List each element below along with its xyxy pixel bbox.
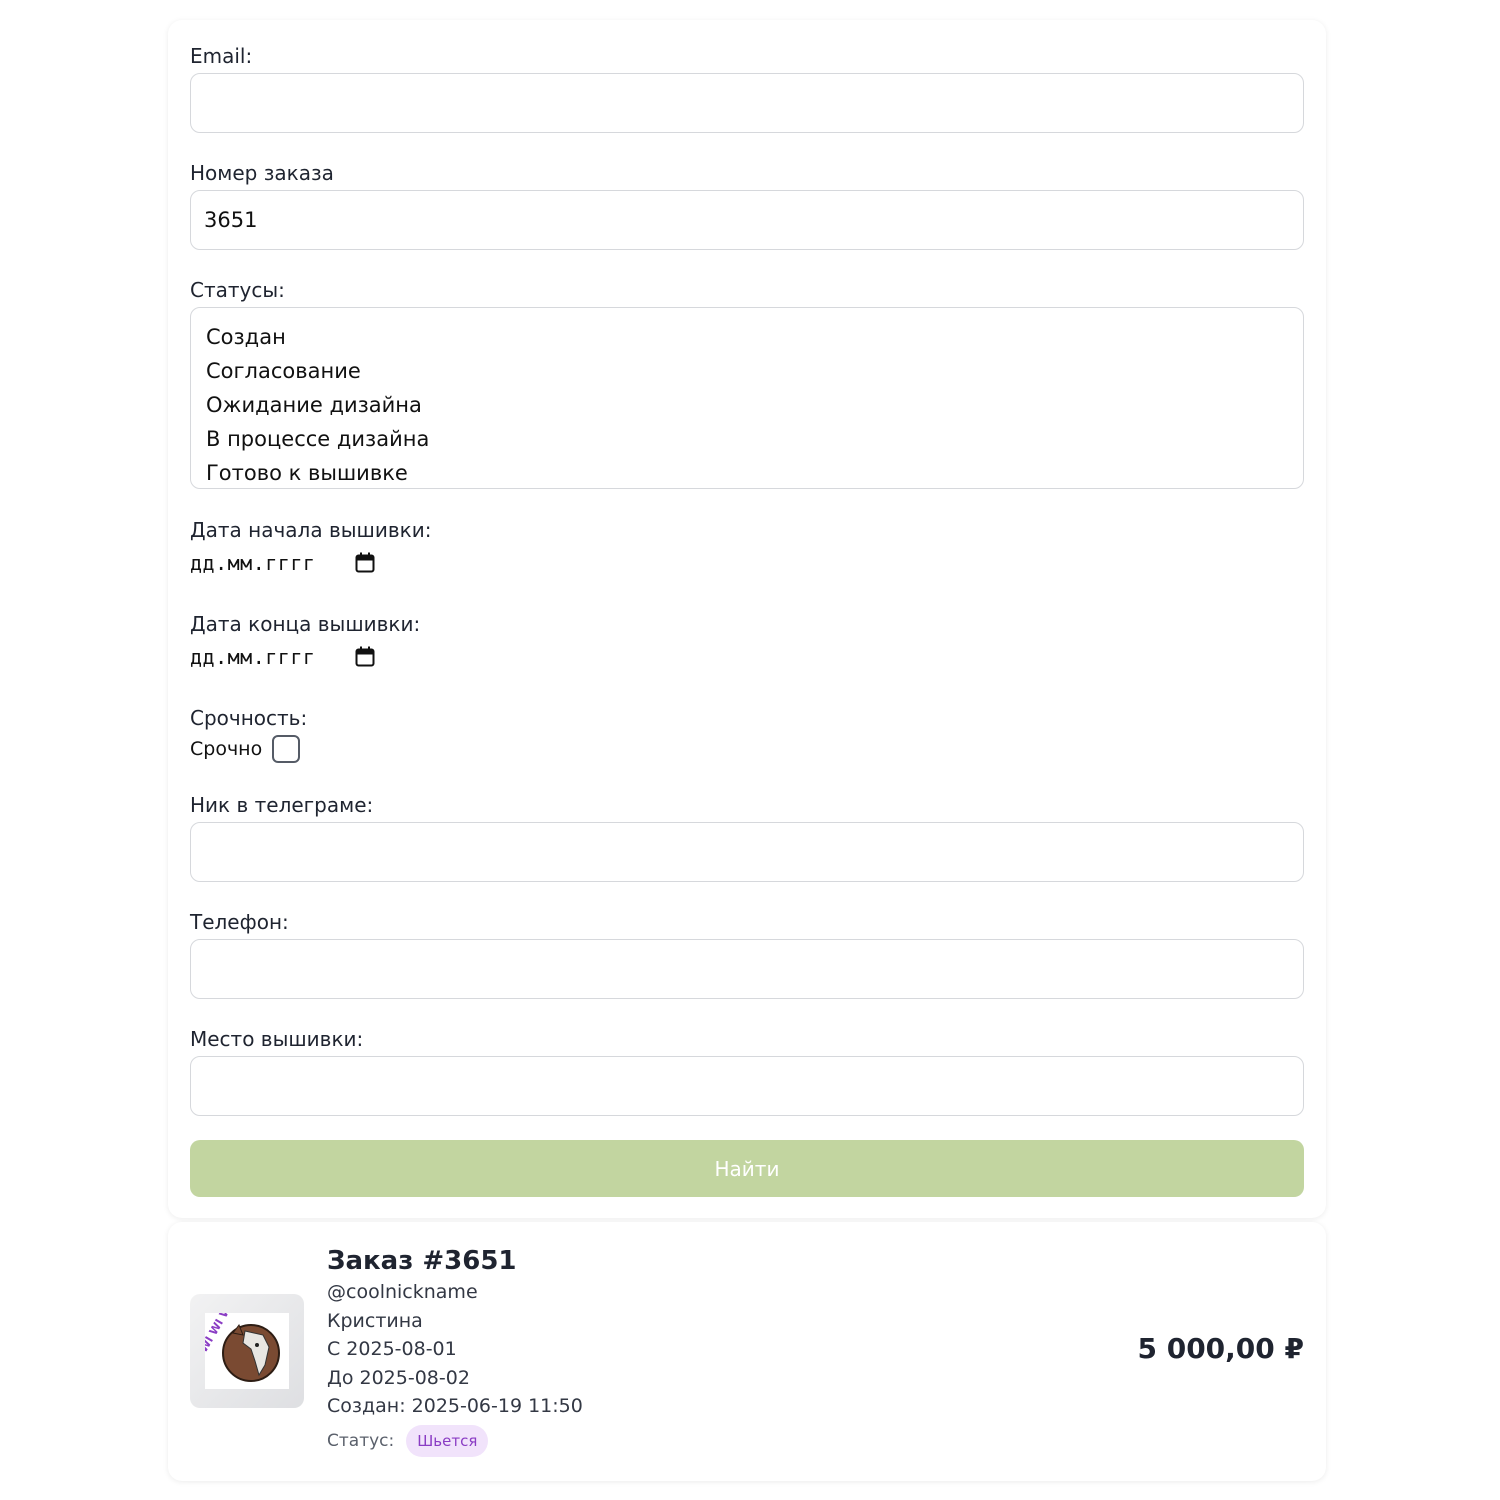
- place-field-group: Место вышивки:: [190, 1027, 1304, 1116]
- phone-input[interactable]: [190, 939, 1304, 999]
- calendar-icon[interactable]: [355, 646, 375, 668]
- statuses-label: Статусы:: [190, 278, 285, 302]
- order-title: Заказ #3651: [327, 1246, 517, 1276]
- end-date-label: Дата конца вышивки:: [190, 612, 421, 636]
- order-number-label: Номер заказа: [190, 161, 334, 185]
- start-date-field-group: Дата начала вышивки: дд.мм.гггг: [190, 518, 1304, 575]
- order-card[interactable]: WI WI WI Заказ #3651 @coolnickname Крист…: [168, 1222, 1326, 1481]
- order-number-input[interactable]: [190, 190, 1304, 250]
- start-date-input[interactable]: дд.мм.гггг: [190, 551, 375, 575]
- order-status-row: Статус: Шьется: [327, 1424, 583, 1457]
- status-option[interactable]: Ожидание дизайна: [206, 388, 1288, 422]
- order-status-label: Статус:: [327, 1430, 395, 1451]
- calendar-icon[interactable]: [355, 552, 375, 574]
- phone-label: Телефон:: [190, 910, 289, 934]
- phone-field-group: Телефон:: [190, 910, 1304, 999]
- order-end-date: До 2025-08-02: [327, 1366, 470, 1389]
- order-price: 5 000,00 ₽: [1137, 1332, 1304, 1365]
- email-label: Email:: [190, 44, 253, 68]
- status-option[interactable]: Готово к вышивке: [206, 456, 1288, 488]
- search-button[interactable]: Найти: [190, 1140, 1304, 1197]
- order-thumbnail: WI WI WI: [190, 1294, 304, 1408]
- place-input[interactable]: [190, 1056, 1304, 1116]
- start-date-label: Дата начала вышивки:: [190, 518, 432, 542]
- telegram-label: Ник в телеграме:: [190, 793, 374, 817]
- status-option[interactable]: В процессе дизайна: [206, 422, 1288, 456]
- status-option[interactable]: Согласование: [206, 354, 1288, 388]
- email-input[interactable]: [190, 73, 1304, 133]
- end-date-placeholder: дд.мм.гггг: [190, 645, 316, 669]
- urgency-label: Срочность:: [190, 706, 308, 730]
- start-date-placeholder: дд.мм.гггг: [190, 551, 316, 575]
- embroidery-preview-image: WI WI WI: [205, 1313, 289, 1389]
- status-option[interactable]: Создан: [206, 320, 1288, 354]
- end-date-input[interactable]: дд.мм.гггг: [190, 645, 375, 669]
- end-date-field-group: Дата конца вышивки: дд.мм.гггг: [190, 612, 1304, 669]
- order-info: Заказ #3651 @coolnickname Кристина С 202…: [327, 1244, 583, 1457]
- telegram-input[interactable]: [190, 822, 1304, 882]
- place-label: Место вышивки:: [190, 1027, 364, 1051]
- filter-card: Email: Номер заказа Статусы: Создан Согл…: [168, 20, 1326, 1218]
- telegram-field-group: Ник в телеграме:: [190, 793, 1304, 882]
- status-badge: Шьется: [406, 1424, 489, 1457]
- order-telegram: @coolnickname: [327, 1281, 478, 1303]
- urgent-checkbox[interactable]: [272, 735, 301, 763]
- statuses-field-group: Статусы: Создан Согласование Ожидание ди…: [190, 278, 1304, 489]
- order-number-field-group: Номер заказа: [190, 161, 1304, 250]
- urgency-field-group: Срочность: Срочно: [190, 706, 1304, 763]
- order-start-date: С 2025-08-01: [327, 1338, 457, 1360]
- urgency-check-row: Срочно: [190, 735, 1304, 763]
- order-customer-name: Кристина: [327, 1309, 423, 1332]
- statuses-listbox[interactable]: Создан Согласование Ожидание дизайна В п…: [190, 307, 1304, 489]
- urgent-checkbox-label: Срочно: [190, 738, 263, 760]
- email-field-group: Email:: [190, 44, 1304, 133]
- order-created: Создан: 2025-06-19 11:50: [327, 1395, 583, 1417]
